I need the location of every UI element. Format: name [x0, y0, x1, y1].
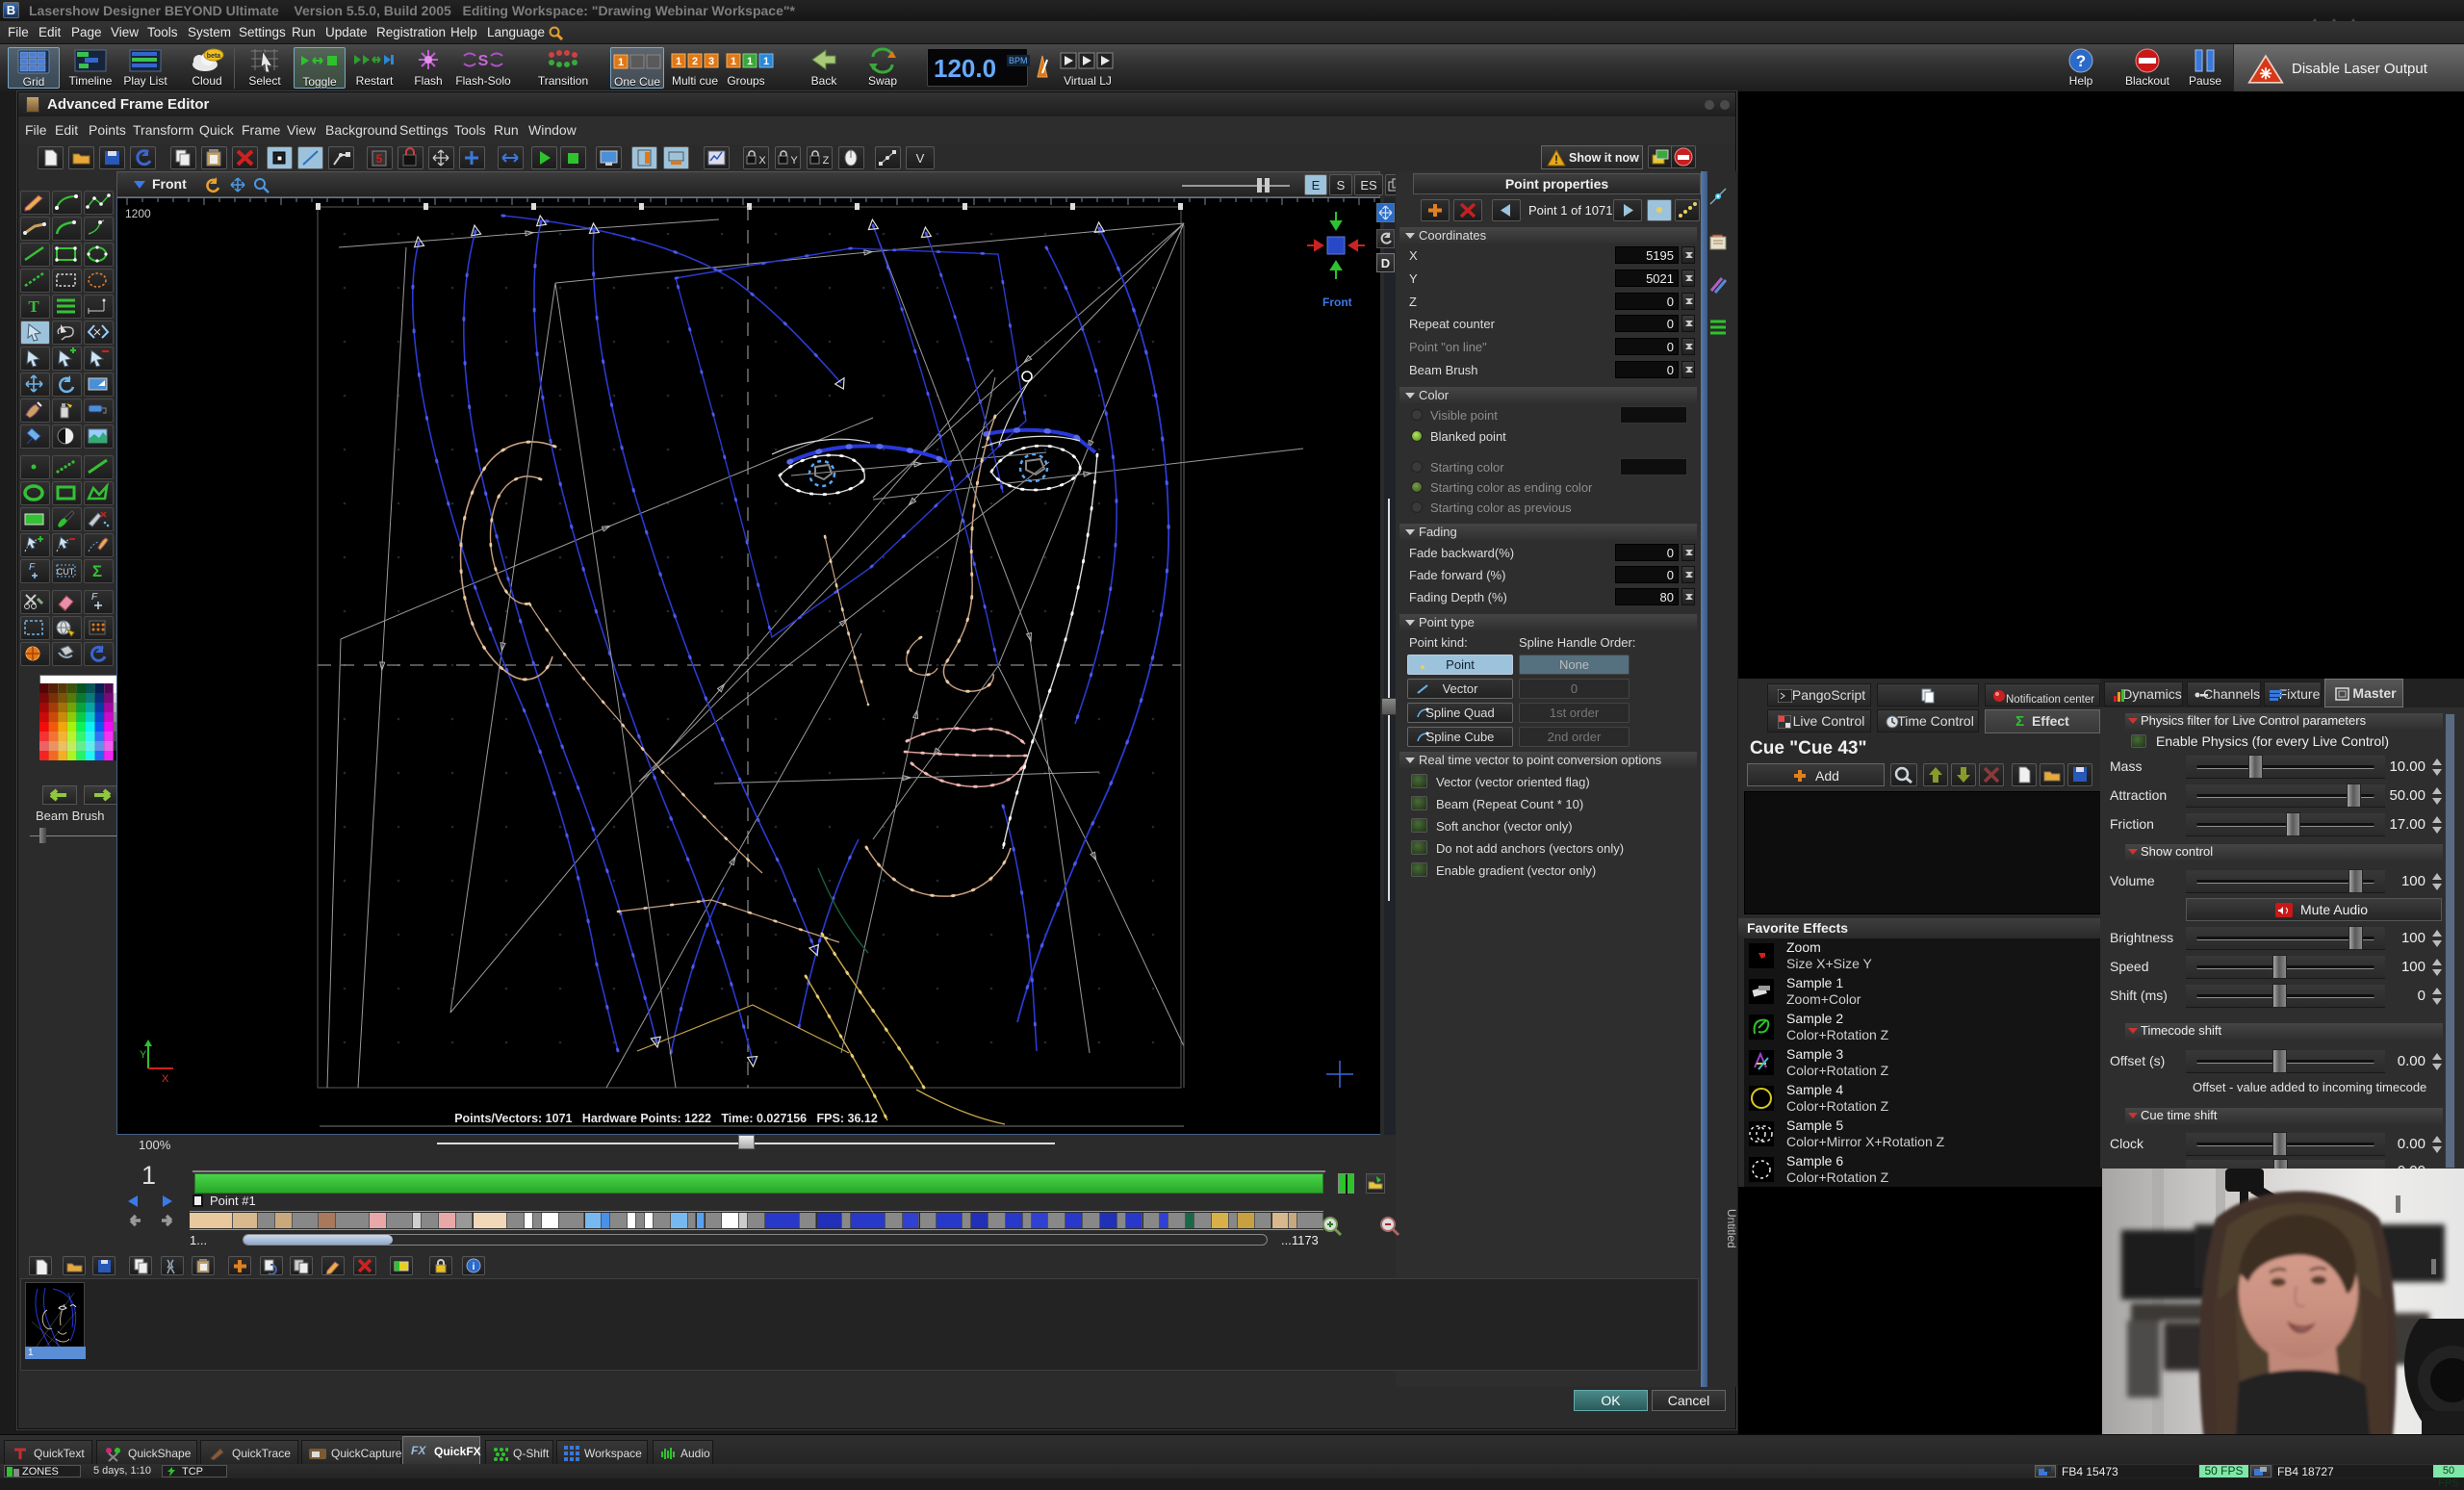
svg-text:Front: Front [1322, 295, 1352, 309]
svg-text:T: T [28, 297, 39, 316]
svg-text:beta: beta [207, 53, 221, 60]
svg-text:!: ! [1554, 153, 1558, 167]
svg-text:1200: 1200 [125, 207, 151, 220]
svg-text:Z: Z [823, 155, 830, 167]
svg-text:F: F [29, 562, 36, 573]
svg-text:X: X [162, 1073, 169, 1085]
svg-text:1: 1 [676, 56, 681, 67]
svg-text:V: V [916, 151, 925, 166]
svg-text:1: 1 [763, 56, 769, 67]
svg-text:i: i [473, 1262, 475, 1272]
svg-text:2: 2 [692, 56, 698, 67]
svg-text:1: 1 [618, 57, 624, 68]
svg-text:X: X [758, 155, 766, 167]
svg-text:Points/Vectors: 1071 Hardwar: Points/Vectors: 1071 Hardware Points: 12… [454, 1112, 878, 1125]
svg-text:Σ: Σ [92, 562, 102, 580]
svg-text:Y: Y [790, 155, 798, 167]
svg-text:S: S [478, 53, 489, 69]
svg-text:F: F [91, 592, 98, 603]
svg-text:Y: Y [140, 1049, 147, 1061]
svg-text:3: 3 [708, 56, 714, 67]
svg-text:?: ? [2076, 52, 2086, 70]
svg-text:CUT: CUT [57, 567, 75, 577]
svg-text:1: 1 [747, 56, 753, 67]
svg-text:5: 5 [376, 152, 383, 166]
svg-text:1: 1 [731, 56, 736, 67]
